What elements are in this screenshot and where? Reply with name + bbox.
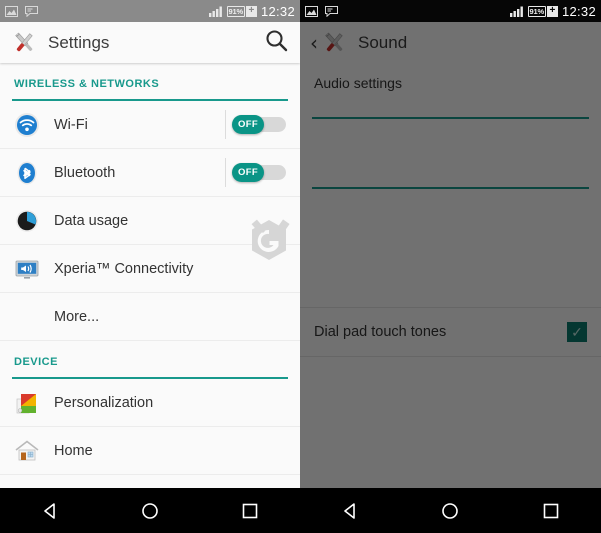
list-item-xperia-connectivity[interactable]: Xperia™ Connectivity: [0, 245, 300, 293]
list-item-label: More...: [54, 308, 100, 325]
screenshot-icon: [5, 5, 18, 17]
charging-icon: +: [546, 5, 558, 17]
section-header-label: DEVICE: [14, 356, 58, 368]
section-header-device: DEVICE: [0, 341, 300, 374]
search-button[interactable]: [265, 29, 288, 57]
personalization-icon: [16, 393, 36, 413]
battery-icon: 91% +: [527, 5, 558, 17]
signal-icon: [509, 6, 523, 17]
battery-icon: 91% +: [226, 5, 257, 17]
nav-recents-icon[interactable]: [240, 501, 260, 521]
left-phone-screen: 91% + 12:32 Settings WIRELESS & NETWORKS…: [0, 0, 300, 533]
row-divider: [225, 158, 226, 187]
status-system-icons: 91% + 12:32: [509, 3, 596, 19]
section-header-wireless: WIRELESS & NETWORKS: [0, 63, 300, 96]
toggle-knob: OFF: [232, 115, 264, 134]
bluetooth-toggle[interactable]: OFF: [232, 163, 286, 182]
list-item-label: Bluetooth: [54, 164, 116, 181]
nav-home-icon[interactable]: [440, 501, 460, 521]
dual-screenshot: 91% + 12:32 Settings WIRELESS & NETWORKS…: [0, 0, 601, 533]
list-item-personalization[interactable]: Personalization: [0, 379, 300, 427]
status-bar-left: 91% + 12:32: [0, 0, 300, 22]
status-notification-icons: [5, 5, 38, 17]
nav-back-icon[interactable]: [340, 501, 360, 521]
signal-icon: [208, 6, 222, 17]
message-icon: [25, 5, 38, 17]
list-item-wifi[interactable]: Wi-Fi OFF: [0, 101, 300, 149]
list-item-label: Home: [54, 442, 93, 459]
list-item-label: Xperia™ Connectivity: [54, 260, 194, 277]
settings-list[interactable]: WIRELESS & NETWORKS Wi-Fi OFF Bluetooth …: [0, 63, 300, 533]
navigation-bar-left[interactable]: [0, 488, 300, 533]
list-item-data-usage[interactable]: Data usage: [0, 197, 300, 245]
navigation-bar-right[interactable]: [300, 488, 601, 533]
list-item-label: Wi-Fi: [54, 116, 88, 133]
wifi-icon: [15, 112, 39, 137]
xperia-connectivity-icon: [15, 260, 39, 279]
row-divider: [225, 110, 226, 139]
message-icon: [325, 5, 338, 17]
status-notification-icons: [305, 5, 338, 17]
action-bar-left: Settings: [0, 22, 300, 63]
nav-recents-icon[interactable]: [541, 501, 561, 521]
status-bar-right: 91% + 12:32: [300, 0, 601, 22]
battery-percent: 91%: [226, 5, 245, 17]
data-usage-icon: [16, 209, 38, 232]
nav-home-icon[interactable]: [140, 501, 160, 521]
home-icon: [15, 439, 39, 460]
dialog-scrim[interactable]: [300, 22, 601, 488]
list-item-label: Personalization: [54, 394, 154, 411]
battery-percent: 91%: [527, 5, 546, 17]
bluetooth-icon: [17, 161, 37, 184]
clock: 12:32: [260, 3, 295, 19]
search-icon: [266, 29, 288, 51]
toggle-knob: OFF: [232, 163, 264, 182]
list-item-label: Data usage: [54, 212, 129, 229]
list-item-more[interactable]: More...: [0, 293, 300, 341]
list-item-home[interactable]: Home: [0, 427, 300, 475]
section-header-label: WIRELESS & NETWORKS: [14, 78, 160, 90]
tools-icon: [15, 32, 33, 52]
clock: 12:32: [561, 3, 596, 19]
screenshot-icon: [305, 5, 318, 17]
wifi-toggle[interactable]: OFF: [232, 115, 286, 134]
right-phone-screen: 91% + 12:32 ‹: [300, 0, 601, 533]
page-title: Settings: [48, 32, 110, 52]
list-item-bluetooth[interactable]: Bluetooth OFF: [0, 149, 300, 197]
nav-back-icon[interactable]: [40, 501, 60, 521]
status-system-icons: 91% + 12:32: [208, 3, 295, 19]
charging-icon: +: [245, 5, 257, 17]
